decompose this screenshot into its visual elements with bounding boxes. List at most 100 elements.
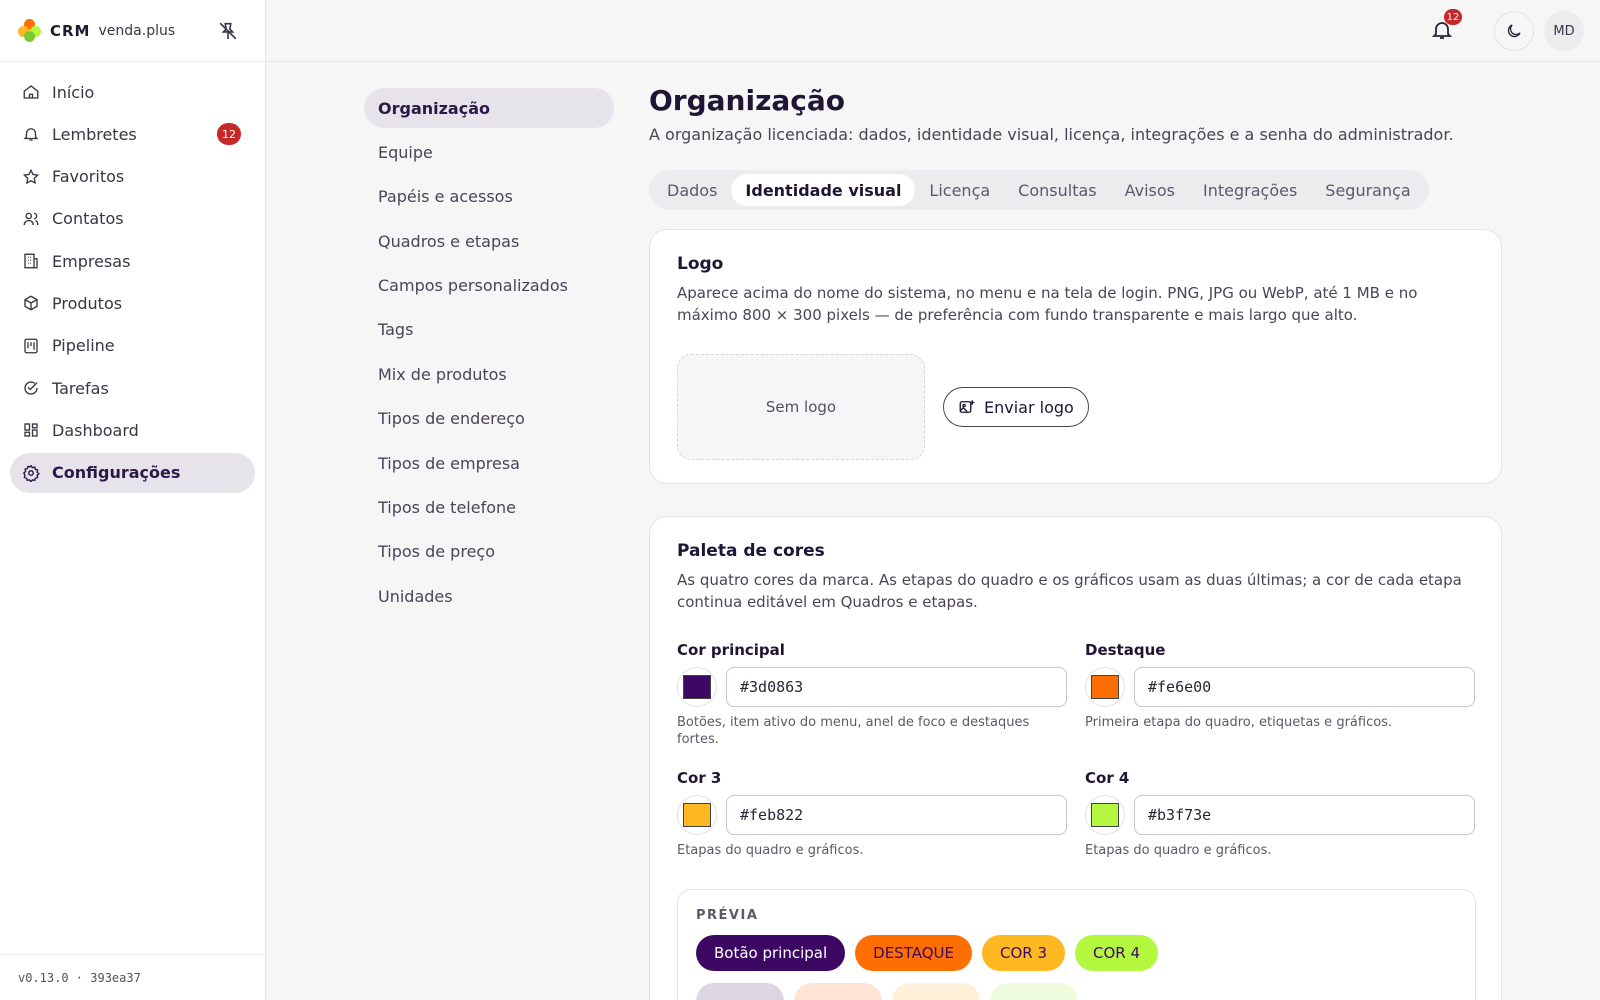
gear-icon <box>22 464 40 482</box>
submenu-item-tipos-preco[interactable]: Tipos de preço <box>364 532 614 572</box>
brand: CRM venda.plus <box>0 0 265 62</box>
logo-dropzone[interactable]: Sem logo <box>677 354 925 460</box>
preview-primary-button[interactable]: Botão principal <box>696 935 846 971</box>
image-upload-icon <box>959 400 975 413</box>
logo-card: Logo Aparece acima do nome do sistema, n… <box>649 229 1502 484</box>
hex-input[interactable]: #b3f73e <box>1134 795 1475 835</box>
tab-seguranca[interactable]: Segurança <box>1311 174 1424 206</box>
sidebar-item-favoritos[interactable]: Favoritos <box>10 157 255 197</box>
color-highlight: Destaque #fe6e00 Primeira etapa do quadr… <box>1085 641 1475 731</box>
reminders-badge: 12 <box>217 123 241 146</box>
preview-soft-color3 <box>892 983 980 1000</box>
sidebar-item-label: Contatos <box>52 209 124 229</box>
palette-card-title: Paleta de cores <box>677 541 825 561</box>
sidebar-item-label: Empresas <box>52 251 131 271</box>
submenu-item-papeis[interactable]: Papéis e acessos <box>364 177 614 217</box>
sidebar-item-lembretes[interactable]: Lembretes 12 <box>10 114 255 154</box>
logo-card-description: Aparece acima do nome do sistema, no men… <box>677 284 1418 324</box>
preview-color4-chip: COR 4 <box>1074 935 1158 971</box>
submenu-item-quadros[interactable]: Quadros e etapas <box>364 221 614 261</box>
color-swatch-button[interactable] <box>1085 795 1125 835</box>
submenu-item-tipos-telefone[interactable]: Tipos de telefone <box>364 488 614 528</box>
dashboard-icon <box>22 421 40 439</box>
color-swatch <box>1091 675 1119 699</box>
users-icon <box>22 210 40 228</box>
sidebar-item-label: Pipeline <box>52 336 115 356</box>
box-icon <box>22 294 40 312</box>
logo-card-title: Logo <box>677 254 724 274</box>
submenu-item-unidades[interactable]: Unidades <box>364 576 614 616</box>
notifications-badge: 12 <box>1444 9 1462 25</box>
unpin-icon[interactable] <box>217 20 239 42</box>
color-label: Cor 4 <box>1085 769 1130 787</box>
hex-input[interactable]: #feb822 <box>726 795 1067 835</box>
logo-empty-label: Sem logo <box>765 398 837 416</box>
submenu-item-tipos-empresa[interactable]: Tipos de empresa <box>364 443 614 483</box>
color-label: Destaque <box>1085 641 1166 659</box>
sidebar-item-empresas[interactable]: Empresas <box>10 241 255 281</box>
color-swatch <box>683 675 711 699</box>
color-swatch-button[interactable] <box>1085 667 1125 707</box>
sidebar-item-produtos[interactable]: Produtos <box>10 283 255 323</box>
color-swatch <box>1091 803 1119 827</box>
check-circle-icon <box>22 379 40 397</box>
color-label: Cor principal <box>677 641 785 659</box>
tab-dados[interactable]: Dados <box>653 174 731 206</box>
sidebar-item-pipeline[interactable]: Pipeline <box>10 326 255 366</box>
submenu-item-campos[interactable]: Campos personalizados <box>364 266 614 306</box>
preview-label: PRÉVIA <box>696 908 759 923</box>
color-hint: Etapas do quadro e gráficos. <box>677 843 864 858</box>
hex-input[interactable]: #fe6e00 <box>1134 667 1475 707</box>
tab-consultas[interactable]: Consultas <box>1004 174 1110 206</box>
preview-highlight-chip: DESTAQUE <box>855 935 972 971</box>
tab-licenca[interactable]: Licença <box>915 174 1004 206</box>
brand-name: venda.plus <box>98 22 176 39</box>
submenu-item-mix[interactable]: Mix de produtos <box>364 354 614 394</box>
sidebar-item-tarefas[interactable]: Tarefas <box>10 368 255 408</box>
palette-card-description: As quatro cores da marca. As etapas do q… <box>677 571 1462 611</box>
bell-icon <box>22 125 40 143</box>
page-title: Organização <box>649 84 845 117</box>
submenu-item-tags[interactable]: Tags <box>364 310 614 350</box>
theme-toggle-button[interactable] <box>1494 11 1534 51</box>
sidebar-item-label: Tarefas <box>52 378 109 398</box>
tab-avisos[interactable]: Avisos <box>1111 174 1189 206</box>
palette-preview: PRÉVIA Botão principal DESTAQUE COR 3 CO… <box>677 889 1476 1000</box>
submenu-item-tipos-endereco[interactable]: Tipos de endereço <box>364 399 614 439</box>
building-icon <box>22 252 40 270</box>
brand-crm: CRM <box>50 21 91 40</box>
tab-integracoes[interactable]: Integrações <box>1189 174 1311 206</box>
color-swatch <box>683 803 711 827</box>
color-hint: Botões, item ativo do menu, anel de foco… <box>677 715 1030 747</box>
submenu-item-equipe[interactable]: Equipe <box>364 132 614 172</box>
sidebar: CRM venda.plus Início Lembretes 12 Favor… <box>0 0 266 1000</box>
home-icon <box>22 83 40 101</box>
brand-logo <box>18 18 42 43</box>
sidebar-item-label: Produtos <box>52 293 123 313</box>
preview-soft-primary <box>696 983 784 1000</box>
user-avatar[interactable]: MD <box>1544 11 1584 51</box>
moon-icon <box>1507 24 1521 38</box>
tabs: Dados Identidade visual Licença Consulta… <box>649 170 1429 210</box>
star-icon <box>22 168 40 186</box>
color-swatch-button[interactable] <box>677 667 717 707</box>
sidebar-item-configuracoes[interactable]: Configurações <box>10 452 255 493</box>
upload-logo-button[interactable]: Enviar logo <box>943 387 1089 427</box>
tab-identidade-visual[interactable]: Identidade visual <box>731 174 916 206</box>
color-swatch-button[interactable] <box>677 795 717 835</box>
color-hint: Etapas do quadro e gráficos. <box>1085 843 1272 858</box>
sidebar-item-label: Dashboard <box>52 420 139 440</box>
sidebar-item-label: Favoritos <box>52 167 125 187</box>
page-subtitle: A organização licenciada: dados, identid… <box>649 125 1454 144</box>
sidebar-item-inicio[interactable]: Início <box>10 72 255 112</box>
preview-soft-highlight <box>794 983 882 1000</box>
color-hint: Primeira etapa do quadro, etiquetas e gr… <box>1085 715 1393 730</box>
sidebar-item-contatos[interactable]: Contatos <box>10 199 255 239</box>
preview-color3-chip: COR 3 <box>981 935 1065 971</box>
sidebar-item-dashboard[interactable]: Dashboard <box>10 410 255 450</box>
hex-input[interactable]: #3d0863 <box>726 667 1067 707</box>
sidebar-item-label: Lembretes <box>52 124 137 144</box>
submenu-item-organizacao[interactable]: Organização <box>364 88 614 128</box>
color-label: Cor 3 <box>677 769 722 787</box>
upload-logo-label: Enviar logo <box>984 397 1074 417</box>
